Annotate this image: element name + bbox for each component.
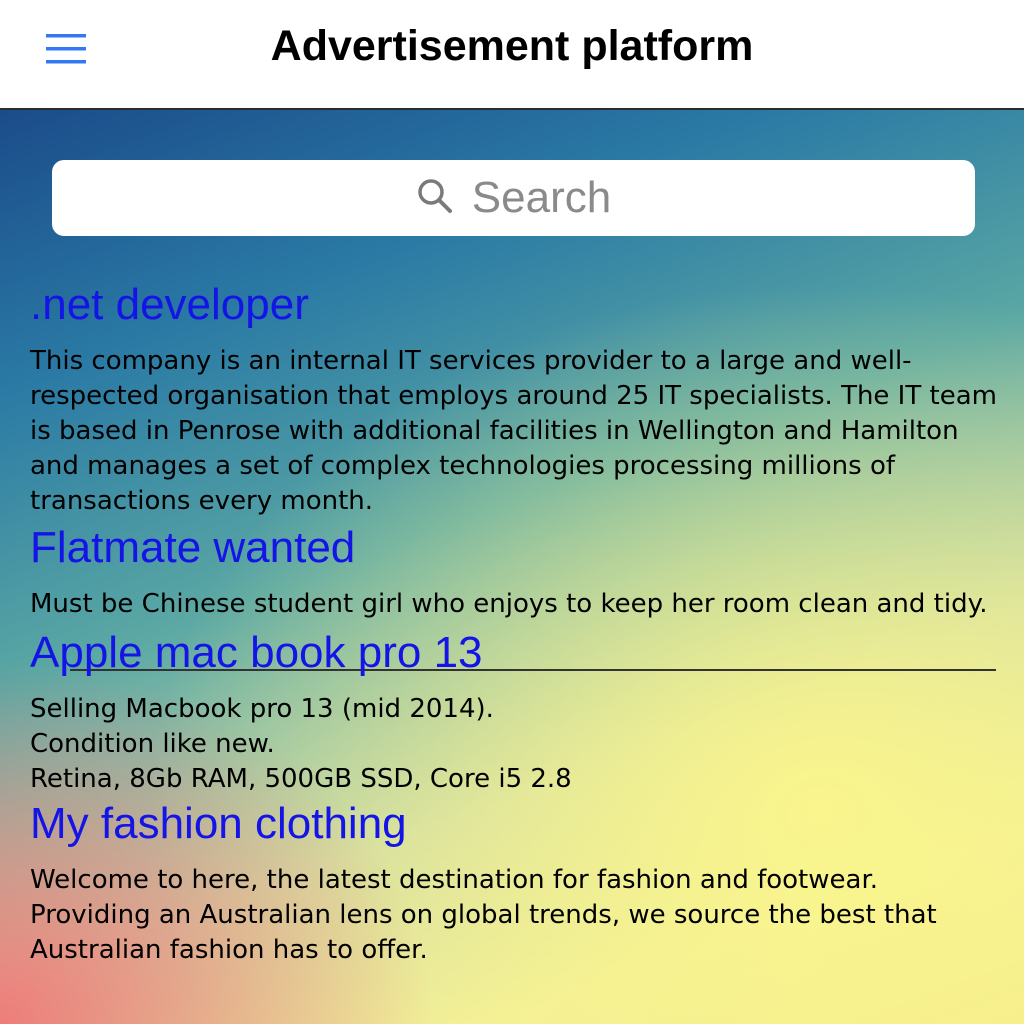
search-input[interactable]: Search <box>52 160 975 236</box>
ad-description: Selling Macbook pro 13 (mid 2014). Condi… <box>30 694 572 794</box>
ad-title[interactable]: Apple mac book pro 13 <box>30 628 1000 678</box>
list-item[interactable]: My fashion clothing Welcome to here, the… <box>30 799 1000 968</box>
app-screen: Advertisement platform Search .net devel… <box>0 0 1024 1024</box>
navigation-bar: Advertisement platform <box>0 0 1024 110</box>
ad-title[interactable]: My fashion clothing <box>30 799 1000 849</box>
ad-title[interactable]: Flatmate wanted <box>30 523 1000 573</box>
search-placeholder: Search <box>471 173 612 222</box>
ad-title[interactable]: .net developer <box>30 280 1000 330</box>
search-icon <box>416 177 454 219</box>
ad-list-view[interactable]: Search .net developer This company is an… <box>0 110 1024 1024</box>
list-item[interactable]: .net developer This company is an intern… <box>30 280 1000 519</box>
ad-list: .net developer This company is an intern… <box>30 280 1000 968</box>
list-item[interactable]: Apple mac book pro 13 Selling Macbook pr… <box>30 628 1000 797</box>
page-title: Advertisement platform <box>270 22 754 70</box>
ad-description: This company is an internal IT services … <box>30 346 997 516</box>
list-item[interactable]: Flatmate wanted Must be Chinese student … <box>30 523 1000 622</box>
ad-description: Must be Chinese student girl who enjoys … <box>30 589 988 619</box>
ad-description: Welcome to here, the latest destination … <box>30 865 937 965</box>
